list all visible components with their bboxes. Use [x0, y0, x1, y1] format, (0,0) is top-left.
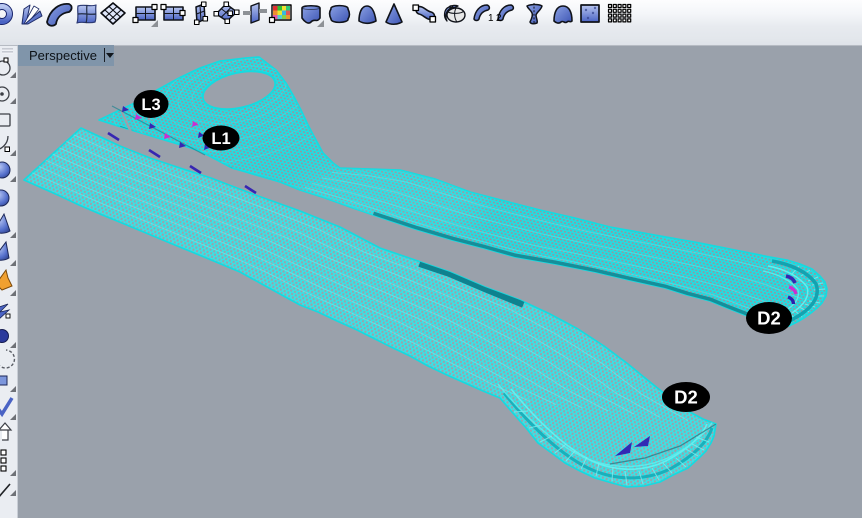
- svg-text:L3: L3: [141, 96, 160, 114]
- svg-text:2: 2: [496, 13, 502, 24]
- svg-text:1: 1: [488, 13, 494, 24]
- svg-text:L1: L1: [211, 130, 230, 148]
- svg-text:D2: D2: [757, 308, 781, 329]
- svg-text:D2: D2: [674, 387, 698, 408]
